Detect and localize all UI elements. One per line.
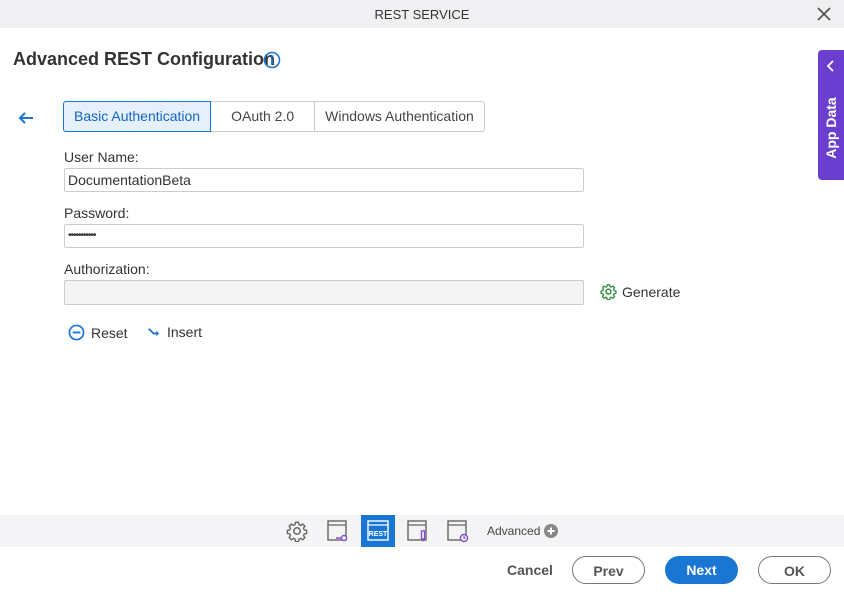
window-key-icon[interactable] [321,515,355,547]
prev-button[interactable]: Prev [572,556,645,584]
app-data-label: App Data [823,97,839,159]
close-icon[interactable] [814,4,834,24]
authorization-label: Authorization: [64,261,150,277]
chevron-left-icon [826,60,834,72]
reset-label: Reset [91,324,128,341]
window-title: REST SERVICE [374,7,470,22]
title-bar: REST SERVICE [0,0,844,28]
window-clock-icon[interactable] [441,515,475,547]
generate-label: Generate [622,283,681,300]
tab-basic-authentication[interactable]: Basic Authentication [63,101,212,132]
reset-button[interactable]: Reset [68,324,128,341]
rest-icon[interactable]: REST [361,515,395,547]
minus-circle-icon [68,324,85,341]
password-label: Password: [64,205,130,221]
rest-icon-text: REST [369,531,388,538]
gear-icon[interactable] [280,515,314,547]
password-field[interactable]: ••••••••••• [64,224,584,248]
tab-oauth[interactable]: OAuth 2.0 [211,101,316,132]
insert-arrow-icon [148,327,160,336]
tab-windows-authentication[interactable]: Windows Authentication [315,101,485,132]
advanced-label: Advanced [487,524,541,538]
authorization-field[interactable] [64,280,584,305]
step-toolbar: REST Advanced [0,515,844,547]
insert-button[interactable]: Insert [146,324,202,340]
ok-button[interactable]: OK [758,556,831,584]
cancel-button[interactable]: Cancel [498,556,562,584]
back-arrow-icon[interactable] [16,108,36,128]
info-icon[interactable] [263,51,281,69]
page-title: Advanced REST Configuration [13,49,276,69]
plus-circle-icon [544,524,559,538]
generate-button[interactable]: Generate [600,283,680,300]
auth-tabs: Basic Authentication OAuth 2.0 Windows A… [63,101,485,132]
advanced-button[interactable]: Advanced [487,524,559,538]
username-field[interactable]: DocumentationBeta [64,168,584,192]
insert-label: Insert [167,324,203,340]
username-label: User Name: [64,149,139,165]
gear-icon [600,284,617,300]
next-button[interactable]: Next [665,556,738,584]
app-data-panel-toggle[interactable]: App Data [818,50,844,180]
window-edit-icon[interactable] [401,515,435,547]
